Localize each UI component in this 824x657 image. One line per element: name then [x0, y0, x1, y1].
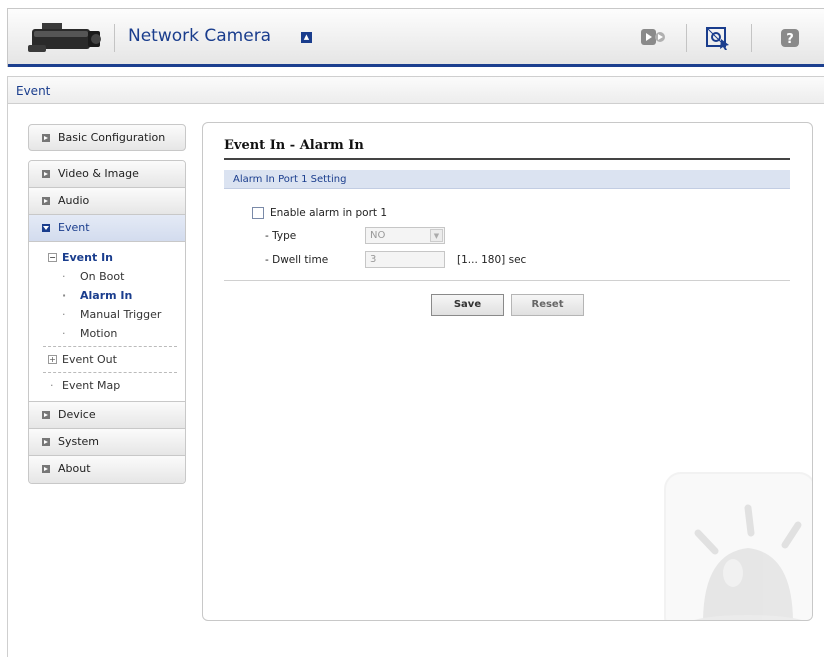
alarm-watermark-icon	[664, 472, 812, 620]
form-divider	[224, 280, 790, 281]
sidebar-item-audio[interactable]: Audio	[29, 188, 185, 215]
sidebar-item-device[interactable]: Device	[29, 402, 185, 429]
expand-icon	[42, 411, 50, 419]
expand-icon	[42, 465, 50, 473]
camera-logo	[28, 23, 101, 52]
collapse-icon	[42, 224, 50, 232]
submenu-event-out[interactable]: + Event Out	[29, 350, 185, 369]
page-frame-line	[7, 104, 8, 657]
app-title: Network Camera	[128, 26, 272, 46]
sidebar-nav-group: Video & Image Audio Event − Event In · O…	[28, 160, 186, 484]
live-view-icon[interactable]	[640, 25, 666, 51]
enable-alarm-label[interactable]: Enable alarm in port 1	[270, 207, 387, 219]
submenu-label: Alarm In	[80, 289, 133, 302]
header-bar: Network Camera ▲ ?	[7, 8, 824, 67]
tree-expand-icon[interactable]: +	[48, 355, 57, 364]
submenu-label: On Boot	[80, 270, 125, 283]
dwell-time-range: [1... 180] sec	[457, 254, 527, 266]
main-panel: Event In - Alarm In Alarm In Port 1 Sett…	[202, 122, 813, 621]
sidebar-item-about[interactable]: About	[29, 456, 185, 483]
submenu-label: Event In	[62, 251, 113, 264]
expand-icon	[42, 134, 50, 142]
sidebar-item-label: About	[58, 462, 91, 475]
bullet-icon: ·	[62, 289, 67, 302]
chevron-down-icon: ▼	[430, 229, 443, 242]
submenu-label: Event Out	[62, 353, 117, 366]
sidebar-item-label: Audio	[58, 194, 90, 207]
svg-text:?: ?	[786, 32, 794, 47]
page-title: Event In - Alarm In	[224, 138, 364, 153]
sidebar: Basic Configuration Video & Image Audio …	[28, 124, 186, 484]
type-select-value: NO	[370, 230, 386, 241]
breadcrumb-bar: Event	[7, 76, 824, 104]
submenu-divider	[43, 346, 177, 347]
expand-icon	[42, 170, 50, 178]
title-divider	[224, 158, 790, 160]
setup-icon[interactable]	[705, 25, 731, 51]
reset-button[interactable]: Reset	[511, 294, 584, 316]
submenu-on-boot[interactable]: · On Boot	[29, 267, 185, 286]
dwell-time-input[interactable]: 3	[365, 251, 445, 268]
save-button[interactable]: Save	[431, 294, 504, 316]
header-divider	[686, 24, 687, 52]
type-label: - Type	[265, 230, 297, 242]
submenu-alarm-in[interactable]: · Alarm In	[29, 286, 185, 305]
submenu-event-in[interactable]: − Event In	[29, 248, 185, 267]
help-icon[interactable]: ?	[777, 25, 803, 51]
bullet-icon: ·	[62, 270, 66, 283]
submenu-label: Event Map	[62, 379, 121, 392]
title-dropdown-icon[interactable]: ▲	[301, 32, 312, 43]
type-select[interactable]: NO ▼	[365, 227, 445, 244]
sidebar-item-label: System	[58, 435, 100, 448]
tree-collapse-icon[interactable]: −	[48, 253, 57, 262]
header-divider	[751, 24, 752, 52]
sidebar-item-label: Event	[58, 221, 90, 234]
sidebar-item-label: Device	[58, 408, 96, 421]
sidebar-item-label: Video & Image	[58, 167, 139, 180]
dwell-time-label: - Dwell time	[265, 254, 329, 266]
breadcrumb: Event	[16, 84, 51, 98]
submenu-motion[interactable]: · Motion	[29, 324, 185, 343]
submenu-divider	[43, 372, 177, 373]
bullet-icon: ·	[50, 379, 54, 392]
enable-alarm-checkbox[interactable]	[252, 207, 264, 219]
bullet-icon: ·	[62, 327, 66, 340]
event-submenu: − Event In · On Boot · Alarm In · Manual…	[29, 242, 185, 402]
sidebar-item-label: Basic Configuration	[58, 131, 166, 144]
submenu-label: Manual Trigger	[80, 308, 162, 321]
sidebar-item-basic-configuration[interactable]: Basic Configuration	[28, 124, 186, 151]
header-accent-line	[8, 64, 824, 67]
sidebar-item-system[interactable]: System	[29, 429, 185, 456]
bullet-icon: ·	[62, 308, 66, 321]
submenu-manual-trigger[interactable]: · Manual Trigger	[29, 305, 185, 324]
sidebar-item-video-image[interactable]: Video & Image	[29, 161, 185, 188]
submenu-label: Motion	[80, 327, 118, 340]
expand-icon	[42, 197, 50, 205]
section-header: Alarm In Port 1 Setting	[224, 170, 790, 189]
submenu-event-map[interactable]: · Event Map	[29, 376, 185, 395]
header-divider	[114, 24, 115, 52]
sidebar-item-event[interactable]: Event	[29, 215, 185, 242]
expand-icon	[42, 438, 50, 446]
